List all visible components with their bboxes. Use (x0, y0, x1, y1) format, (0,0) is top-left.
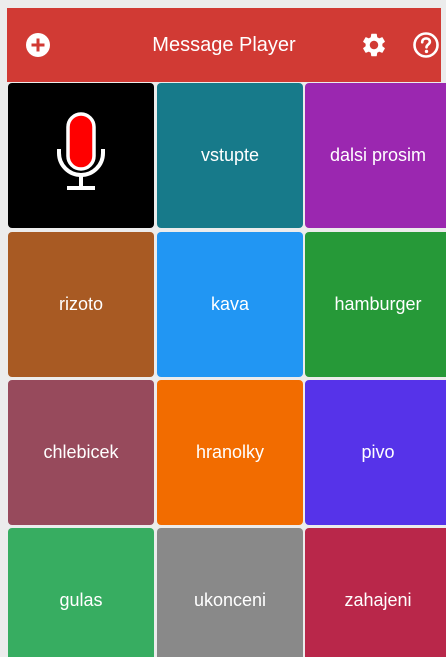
message-tile-label: zahajeni (344, 590, 412, 610)
message-tile-label: vstupte (200, 145, 260, 165)
message-tile-label: kava (210, 294, 250, 314)
message-tile-zahajeni[interactable]: zahajeni (305, 528, 446, 657)
message-tile-hamburger[interactable]: hamburger (305, 232, 446, 377)
message-tile-label: dalsi prosim (329, 145, 427, 165)
gear-icon[interactable] (360, 31, 388, 59)
message-tile-dalsi-prosim[interactable]: dalsi prosim (305, 83, 446, 228)
message-tile-label: pivo (361, 442, 395, 462)
message-tile-hranolky[interactable]: hranolky (157, 380, 303, 525)
message-tile-gulas[interactable]: gulas (8, 528, 154, 657)
message-tile-vstupte[interactable]: vstupte (157, 83, 303, 228)
record-tile[interactable] (8, 83, 154, 228)
message-grid: vstupte dalsi prosim rizoto kava hamburger ch… (8, 83, 446, 657)
message-tile-label: hamburger (334, 294, 422, 314)
message-tile-chlebicek[interactable]: chlebicek (8, 380, 154, 525)
message-tile-ukonceni[interactable]: ukonceni (157, 528, 303, 657)
message-tile-label: rizoto (58, 294, 103, 314)
app-bar: Message Player (7, 8, 441, 82)
message-tile-rizoto[interactable]: rizoto (8, 232, 154, 377)
message-tile-label: chlebicek (43, 442, 119, 462)
message-tile-label: ukonceni (193, 590, 267, 610)
message-tile-kava[interactable]: kava (157, 232, 303, 377)
microphone-icon (57, 111, 105, 190)
app-screen: Message Player vstupte dalsi prosim rizoto… (0, 0, 446, 657)
help-circle-icon[interactable] (412, 31, 440, 59)
message-tile-label: gulas (59, 590, 103, 610)
message-tile-pivo[interactable]: pivo (305, 380, 446, 525)
message-tile-label: hranolky (195, 442, 265, 462)
